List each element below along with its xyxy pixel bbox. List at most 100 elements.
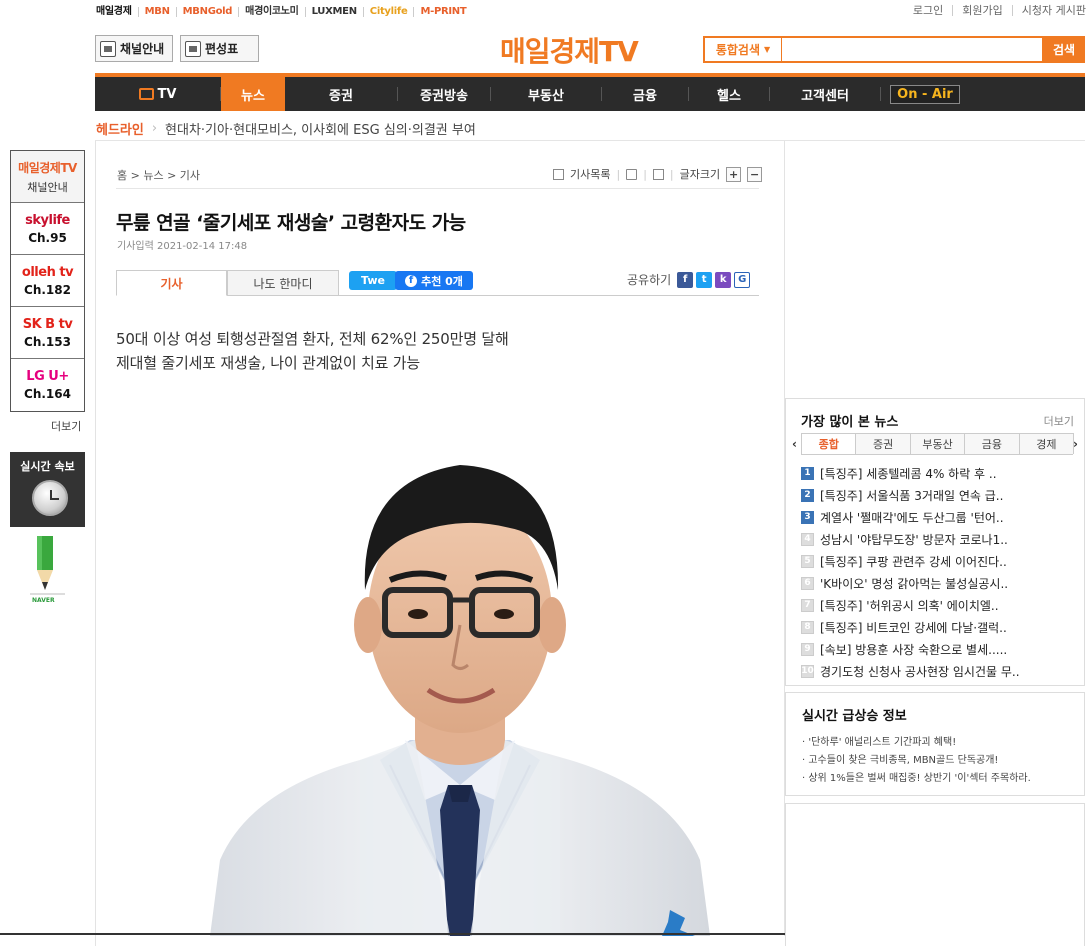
popular-tabs: 종합 증권 부동산 금융 경제 bbox=[801, 433, 1075, 455]
list-item[interactable]: · '단하루' 애널리스트 기간파괴 혜택! bbox=[802, 731, 1031, 749]
nav-support[interactable]: 고객센터 bbox=[770, 77, 880, 111]
article-subtitle-2: 제대혈 줄기세포 재생술, 나이 관계없이 치료 가능 bbox=[116, 354, 420, 372]
naver-banner[interactable]: NAVER bbox=[10, 534, 85, 606]
list-item[interactable]: · 상위 1%들은 벌써 매집중! 상반기 '이'섹터 주목하라. bbox=[802, 767, 1031, 785]
channel-number: Ch.153 bbox=[24, 334, 71, 349]
list-item[interactable]: · 고수들이 찾은 극비종목, MBN골드 단독공개! bbox=[802, 749, 1031, 767]
popular-news-panel: 가장 많이 본 뉴스 더보기 ‹ › 종합 증권 부동산 금융 경제 1 [특징주… bbox=[785, 398, 1085, 686]
nav-health[interactable]: 헬스 bbox=[689, 77, 769, 111]
popular-tab-stock[interactable]: 증권 bbox=[855, 433, 911, 454]
list-item[interactable]: 10 경기도청 신청사 공사현장 임시건물 무.. bbox=[801, 660, 1071, 682]
font-size-label: 글자크기 bbox=[679, 168, 721, 181]
family-link-mprint[interactable]: M-PRINT bbox=[414, 7, 472, 17]
realtime-label: 실시간 속보 bbox=[20, 460, 75, 473]
channel-lgu[interactable]: LG U+ Ch.164 bbox=[11, 359, 84, 411]
email-icon[interactable] bbox=[652, 168, 664, 180]
family-link-luxmen[interactable]: LUXMEN bbox=[306, 7, 364, 17]
article-date: 기사입력 2021-02-14 17:48 bbox=[117, 241, 248, 252]
schedule-button[interactable]: 편성표 bbox=[180, 35, 259, 62]
nav-tv-label: TV bbox=[157, 86, 177, 102]
kakaostory-share-icon[interactable]: k bbox=[715, 271, 732, 288]
list-item[interactable]: 7 [특징주] '허위공시 의혹' 에이치엘.. bbox=[801, 594, 1071, 616]
search-scope-label: 통합검색 bbox=[715, 43, 760, 57]
nav-tv[interactable]: TV bbox=[95, 77, 220, 111]
site-logo[interactable]: 매일경제TV bbox=[500, 30, 639, 70]
onair-badge: On - Air bbox=[890, 84, 960, 104]
family-link-economy[interactable]: 매경이코노미 bbox=[239, 7, 306, 17]
family-link-citylife[interactable]: Citylife bbox=[364, 7, 415, 17]
facebook-recommend-button[interactable]: f 추천 0개 bbox=[395, 271, 473, 290]
channel-olleh[interactable]: olleh tv Ch.182 bbox=[11, 255, 84, 307]
nav-onair[interactable]: On - Air bbox=[881, 77, 969, 111]
search-button[interactable]: 검색 bbox=[1043, 36, 1085, 63]
search-input[interactable] bbox=[782, 36, 1044, 63]
popular-tab-all[interactable]: 종합 bbox=[801, 433, 857, 454]
google-share-icon[interactable]: G bbox=[734, 271, 751, 288]
nav-realestate[interactable]: 부동산 bbox=[491, 77, 601, 111]
list-item[interactable]: 8 [특징주] 비트코인 강세에 다날·갤럭.. bbox=[801, 616, 1071, 638]
tv-icon bbox=[100, 40, 116, 57]
nav-stock-broadcast[interactable]: 증권방송 bbox=[398, 77, 490, 111]
signup-link[interactable]: 회원가입 bbox=[953, 5, 1013, 16]
family-link-mbn[interactable]: MBN bbox=[139, 7, 177, 17]
font-minus-button[interactable]: − bbox=[747, 166, 763, 182]
article-title: 무릎 연골 ‘줄기세포 재생술’ 고령환자도 가능 bbox=[116, 212, 466, 234]
skb-logo: SK B tv bbox=[22, 316, 73, 332]
font-plus-button[interactable]: + bbox=[726, 166, 742, 182]
nav-stock[interactable]: 증권 bbox=[285, 77, 397, 111]
list-icon bbox=[553, 168, 564, 180]
top-util: 로그인 회원가입 시청자 게시판 bbox=[904, 5, 1086, 16]
realtime-news-banner[interactable]: 실시간 속보 bbox=[10, 452, 85, 527]
pencil-icon bbox=[30, 536, 65, 595]
print-icon[interactable] bbox=[626, 168, 638, 180]
viewer-board-link[interactable]: 시청자 게시판 bbox=[1013, 5, 1086, 16]
tab-comment[interactable]: 나도 한마디 bbox=[227, 270, 339, 296]
article-list-link[interactable]: 기사목록 bbox=[570, 166, 610, 182]
ad-panel bbox=[785, 803, 1085, 946]
headline-link[interactable]: 현대차·기아·현대모비스, 이사회에 ESG 심의·의결권 부여 bbox=[165, 119, 476, 138]
doctor-photo bbox=[210, 465, 710, 936]
twitter-share-icon[interactable]: t bbox=[696, 271, 713, 288]
channel-skylife[interactable]: skylife Ch.95 bbox=[11, 203, 84, 255]
channel-more-link[interactable]: 더보기 bbox=[51, 418, 81, 434]
login-link[interactable]: 로그인 bbox=[904, 5, 954, 16]
list-item[interactable]: 6 'K바이오' 명성 갉아먹는 불성실공시.. bbox=[801, 572, 1071, 594]
channel-number: Ch.164 bbox=[24, 387, 71, 401]
list-item[interactable]: 3 계열사 '쩔매각'에도 두산그룹 '턴어.. bbox=[801, 506, 1071, 528]
channel-guide-brand: 매일경제TV bbox=[18, 160, 77, 175]
channel-guide-cell[interactable]: 매일경제TV 채널안내 bbox=[11, 151, 84, 203]
nav-news[interactable]: 뉴스 bbox=[221, 77, 285, 111]
facebook-share-icon[interactable]: f bbox=[677, 271, 694, 288]
chevron-left-icon[interactable]: ‹ bbox=[792, 437, 797, 451]
share-bar: 공유하기 f t k G bbox=[627, 271, 751, 288]
family-link-mk[interactable]: 매일경제 bbox=[96, 7, 139, 17]
channel-number: Ch.95 bbox=[28, 230, 67, 245]
popular-tab-realestate[interactable]: 부동산 bbox=[909, 433, 966, 454]
headline-ticker: 헤드라인 › 현대차·기아·현대모비스, 이사회에 ESG 심의·의결권 부여 bbox=[96, 119, 476, 138]
channel-skb[interactable]: SK B tv Ch.153 bbox=[11, 307, 84, 359]
naver-label: NAVER bbox=[32, 597, 55, 604]
family-sites: 매일경제 MBN MBNGold 매경이코노미 LUXMEN Citylife … bbox=[96, 5, 472, 19]
family-link-mbngold[interactable]: MBNGold bbox=[177, 7, 240, 17]
nav-finance[interactable]: 금융 bbox=[602, 77, 688, 111]
channel-number: Ch.182 bbox=[24, 282, 71, 297]
main-nav: TV 뉴스 증권 증권방송 부동산 금융 헬스 고객센터 On - Air bbox=[95, 77, 1085, 111]
popular-tab-finance[interactable]: 금융 bbox=[964, 433, 1020, 454]
share-label: 공유하기 bbox=[627, 273, 672, 287]
tweet-label: Twe bbox=[361, 274, 385, 287]
article-subtitle-1: 50대 이상 여성 퇴행성관절염 환자, 전체 62%인 250만명 달해 bbox=[116, 330, 509, 348]
tab-article[interactable]: 기사 bbox=[116, 270, 227, 296]
list-item[interactable]: 5 [특징주] 쿠팡 관련주 강세 이어진다.. bbox=[801, 550, 1071, 572]
list-item[interactable]: 9 [속보] 방용훈 사장 숙환으로 별세..... bbox=[801, 638, 1071, 660]
popular-tab-economy[interactable]: 경제 bbox=[1018, 433, 1075, 454]
breadcrumb: 홈 > 뉴스 > 기사 bbox=[117, 169, 201, 182]
channel-guide-button[interactable]: 채널안내 bbox=[95, 35, 173, 62]
popular-more-link[interactable]: 더보기 bbox=[1044, 413, 1074, 429]
list-item[interactable]: 4 성남시 '야탑무도장' 방문자 코로나1.. bbox=[801, 528, 1071, 550]
list-item[interactable]: 2 [특징주] 서울식품 3거래일 연속 급.. bbox=[801, 484, 1071, 506]
popular-title: 가장 많이 본 뉴스 bbox=[801, 415, 899, 430]
list-item[interactable]: 1 [특징주] 세종텔레콤 4% 하락 후 .. bbox=[801, 462, 1071, 484]
tweet-button[interactable]: Twe bbox=[349, 271, 397, 290]
search-scope-select[interactable]: 통합검색 ▼ bbox=[703, 36, 783, 63]
rising-list: · '단하루' 애널리스트 기간파괴 혜택! · 고수들이 찾은 극비종목, M… bbox=[802, 731, 1031, 785]
